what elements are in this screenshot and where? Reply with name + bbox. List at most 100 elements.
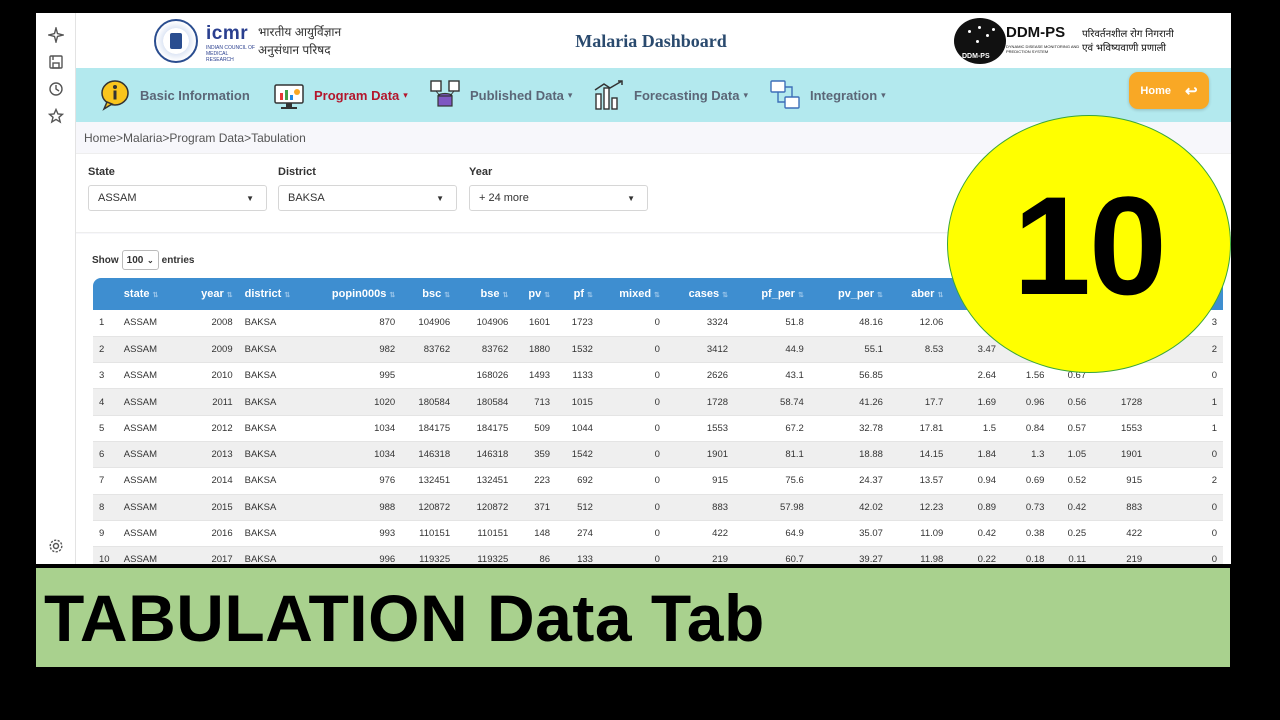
column-header[interactable] bbox=[93, 278, 118, 310]
table-cell: 1880 bbox=[514, 336, 557, 364]
year-select[interactable]: + 24 more ▼ bbox=[469, 185, 648, 211]
table-cell: 39.27 bbox=[809, 546, 889, 564]
settings-icon[interactable] bbox=[48, 538, 64, 554]
column-header[interactable]: pf ⇅ bbox=[556, 278, 599, 310]
column-header[interactable]: bse ⇅ bbox=[456, 278, 515, 310]
entries-select[interactable]: 100 ⌄ bbox=[121, 250, 159, 270]
table-cell: 0 bbox=[598, 467, 666, 495]
district-select-value: BAKSA bbox=[288, 192, 325, 204]
dropdown-arrow-icon: ▼ bbox=[436, 193, 444, 203]
column-header[interactable]: pv ⇅ bbox=[514, 278, 557, 310]
save-icon[interactable] bbox=[48, 54, 64, 70]
table-cell: ASSAM bbox=[117, 441, 184, 469]
header: icmr INDIAN COUNCIL OF MEDICAL RESEARCH … bbox=[76, 13, 1231, 68]
table-cell: 44.9 bbox=[734, 336, 810, 364]
show-entries-label: Show bbox=[92, 254, 119, 266]
table-cell: 422 bbox=[665, 520, 735, 548]
table-cell: 3 bbox=[93, 362, 118, 390]
table-cell: 0.52 bbox=[1050, 467, 1093, 495]
table-row[interactable]: 6 ASSAM 2013 BAKSA 1034 146318 146318 359 1542 0 1… bbox=[93, 441, 1223, 469]
table-cell: 146318 bbox=[401, 441, 457, 469]
ddm-title: DDM-PS bbox=[1006, 24, 1066, 41]
table-cell: 1034 bbox=[317, 415, 402, 442]
home-button[interactable]: Home ↩ bbox=[1129, 72, 1209, 109]
table-cell: 0 bbox=[598, 415, 666, 442]
nav-forecasting-data[interactable]: Forecasting Data ▾ bbox=[592, 76, 748, 114]
column-header[interactable]: pv_per ⇅ bbox=[809, 278, 889, 310]
sort-icon: ⇅ bbox=[722, 292, 729, 299]
table-cell: 2009 bbox=[183, 336, 239, 364]
table-cell: 0.73 bbox=[1002, 494, 1051, 521]
table-cell: BAKSA bbox=[238, 441, 318, 469]
table-cell: 120872 bbox=[401, 494, 457, 521]
chevron-down-icon: ▾ bbox=[567, 89, 573, 100]
table-cell: 119325 bbox=[401, 546, 457, 564]
table-cell: 0 bbox=[598, 441, 666, 469]
column-header-label: cases bbox=[688, 288, 720, 300]
table-cell: 2 bbox=[93, 336, 118, 364]
table-cell: BAKSA bbox=[238, 415, 318, 442]
icmr-logo[interactable]: icmr INDIAN COUNCIL OF MEDICAL RESEARCH … bbox=[154, 19, 354, 63]
district-filter-label: District bbox=[278, 166, 316, 178]
table-cell: 996 bbox=[317, 546, 402, 564]
table-cell: 993 bbox=[317, 520, 402, 548]
table-cell: 104906 bbox=[456, 310, 515, 337]
column-header[interactable]: district ⇅ bbox=[238, 278, 318, 310]
sort-icon: ⇅ bbox=[444, 292, 451, 299]
column-header[interactable]: aber ⇅ bbox=[888, 278, 950, 310]
table-cell: 1553 bbox=[1092, 415, 1149, 442]
forecast-chart-icon bbox=[594, 80, 623, 110]
column-header-label: mixed bbox=[619, 288, 652, 300]
table-row[interactable]: 9 ASSAM 2016 BAKSA 993 110151 110151 148 274 0 422… bbox=[93, 520, 1223, 548]
star-icon[interactable] bbox=[47, 107, 65, 124]
column-header[interactable]: mixed ⇅ bbox=[598, 278, 666, 310]
home-button-label: Home bbox=[1140, 84, 1171, 97]
table-cell: 168026 bbox=[456, 362, 515, 390]
table-cell: 976 bbox=[317, 467, 402, 495]
icmr-subtitle: INDIAN COUNCIL OF MEDICAL RESEARCH bbox=[206, 45, 255, 63]
nav-published-data[interactable]: Published Data ▾ bbox=[428, 76, 572, 114]
sort-icon: ⇅ bbox=[284, 292, 291, 299]
table-cell: 274 bbox=[556, 520, 599, 548]
nav-program-data-label: Program Data bbox=[314, 87, 400, 103]
table-row[interactable]: 5 ASSAM 2012 BAKSA 1034 184175 184175 509 1044 0 1… bbox=[93, 415, 1223, 442]
return-icon: ↩ bbox=[1184, 82, 1198, 100]
table-cell: 1020 bbox=[317, 388, 402, 416]
column-header[interactable]: year ⇅ bbox=[183, 278, 239, 310]
video-frame: icmr INDIAN COUNCIL OF MEDICAL RESEARCH … bbox=[0, 0, 1280, 720]
table-cell: 0.84 bbox=[1002, 415, 1051, 442]
sparkle-icon[interactable] bbox=[46, 25, 66, 45]
table-cell: 4 bbox=[93, 388, 118, 416]
entries-select-value: 100 bbox=[126, 254, 144, 266]
column-header[interactable]: bsc ⇅ bbox=[401, 278, 457, 310]
table-cell: 223 bbox=[514, 467, 557, 495]
table-cell: 2011 bbox=[183, 388, 239, 416]
column-header[interactable]: cases ⇅ bbox=[665, 278, 735, 310]
table-row[interactable]: 10 ASSAM 2017 BAKSA 996 119325 119325 86 133 0 219… bbox=[93, 546, 1223, 564]
table-cell: BAKSA bbox=[238, 388, 318, 416]
column-header-label: aber bbox=[911, 288, 935, 300]
sort-icon: ⇅ bbox=[502, 292, 509, 299]
episode-number: 10 bbox=[1013, 167, 1167, 324]
table-cell: 1133 bbox=[556, 362, 599, 390]
table-cell: 988 bbox=[317, 494, 402, 521]
table-cell: 6 bbox=[93, 441, 118, 469]
column-header[interactable]: pf_per ⇅ bbox=[734, 278, 810, 310]
table-row[interactable]: 7 ASSAM 2014 BAKSA 976 132451 132451 223 692 0 915… bbox=[93, 467, 1223, 495]
table-cell: 75.6 bbox=[734, 467, 810, 495]
ddm-ps-logo[interactable]: DDM-PS DDM-PS DYNAMIC DISEASE MONITORING… bbox=[952, 18, 1192, 66]
history-icon[interactable] bbox=[48, 81, 64, 97]
column-header[interactable]: state ⇅ bbox=[117, 278, 184, 310]
district-select[interactable]: BAKSA ▼ bbox=[278, 185, 457, 211]
table-row[interactable]: 8 ASSAM 2015 BAKSA 988 120872 120872 371 512 0 883… bbox=[93, 494, 1223, 521]
table-cell: 1493 bbox=[514, 362, 557, 390]
table-cell: 64.9 bbox=[734, 520, 810, 548]
nav-program-data[interactable]: Program Data ▾ bbox=[272, 76, 408, 114]
nav-basic-information[interactable]: Basic Information bbox=[98, 76, 250, 114]
nav-integration[interactable]: Integration ▾ bbox=[768, 76, 886, 114]
table-row[interactable]: 4 ASSAM 2011 BAKSA 1020 180584 180584 713 1015 0 1… bbox=[93, 388, 1223, 416]
column-header[interactable]: popin000s ⇅ bbox=[317, 278, 402, 310]
state-select[interactable]: ASSAM ▼ bbox=[88, 185, 267, 211]
table-cell: 104906 bbox=[401, 310, 457, 337]
sort-icon: ⇅ bbox=[152, 292, 159, 299]
